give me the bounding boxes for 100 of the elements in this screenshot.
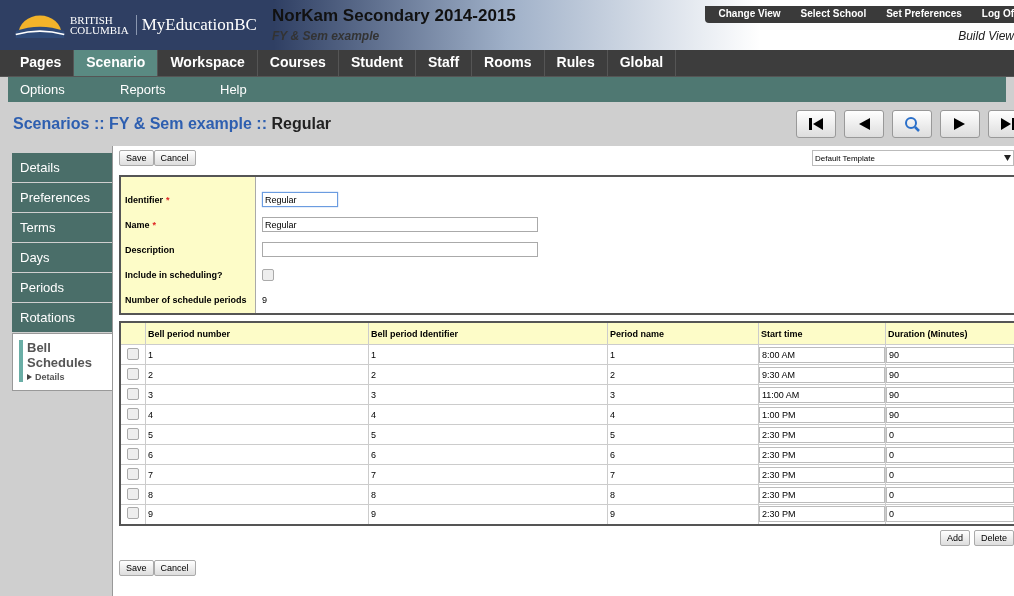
first-record-button[interactable] — [796, 110, 836, 138]
row-checkbox[interactable] — [127, 467, 139, 480]
left-triangle-icon — [857, 117, 871, 131]
right-triangle-icon — [953, 117, 967, 131]
form-button[interactable]: Cancel — [153, 150, 196, 166]
table-input[interactable]: 2:30 PM — [759, 486, 885, 503]
table-cell: 7 — [368, 464, 608, 485]
breadcrumb-separator: :: — [255, 115, 269, 132]
search-button[interactable] — [892, 110, 932, 138]
school-title: NorKam Secondary 2014-2015 — [272, 6, 516, 26]
table-input[interactable]: 0 — [886, 486, 1014, 503]
dropdown-caret-icon — [1004, 155, 1011, 161]
row-checkbox[interactable] — [127, 447, 139, 460]
row-checkbox[interactable] — [127, 487, 139, 500]
table-input[interactable]: 2:30 PM — [759, 506, 885, 523]
side-tab[interactable]: Details — [12, 153, 112, 183]
form-button[interactable]: Save — [119, 150, 154, 166]
next-record-button[interactable] — [940, 110, 980, 138]
skip-first-icon — [808, 117, 824, 131]
table-input[interactable]: 90 — [886, 386, 1014, 403]
table-cell: 9 — [145, 504, 369, 525]
column-header: Period name — [607, 322, 759, 345]
table-input[interactable]: 11:00 AM — [759, 386, 885, 403]
table-input[interactable]: 90 — [886, 346, 1014, 363]
row-checkbox[interactable] — [127, 367, 139, 380]
identifier-field[interactable]: Regular — [262, 192, 338, 207]
side-subitem[interactable]: Details — [35, 372, 65, 382]
breadcrumb-link[interactable]: FY & Sem example — [109, 115, 252, 132]
template-dropdown[interactable]: Default Template — [812, 150, 1014, 166]
table-input[interactable]: 8:00 AM — [759, 346, 885, 363]
table-button[interactable]: Add — [939, 529, 970, 546]
side-tab-label: Bell Schedules — [27, 340, 94, 370]
table-cell: 3 — [368, 384, 608, 405]
side-tab[interactable]: Terms — [12, 213, 112, 243]
text-field[interactable] — [262, 242, 538, 257]
side-tab[interactable]: Periods — [12, 273, 112, 303]
table-input[interactable]: 2:30 PM — [759, 426, 885, 443]
header-link[interactable]: Change View — [718, 8, 781, 19]
table-input[interactable]: 90 — [886, 406, 1014, 423]
logo-text: BRITISH — [70, 15, 114, 25]
table-input[interactable]: 0 — [886, 426, 1014, 443]
checkbox[interactable] — [262, 268, 274, 281]
table-input[interactable]: 0 — [886, 446, 1014, 463]
table-input[interactable]: 0 — [886, 466, 1014, 483]
submenu-item[interactable]: Options — [20, 82, 120, 97]
table-cell: 3 — [607, 384, 759, 405]
side-tab[interactable]: Days — [12, 243, 112, 273]
breadcrumb-current: Regular — [271, 115, 332, 132]
table-cell: 2 — [368, 364, 608, 385]
column-header: Bell period number — [145, 322, 369, 345]
field-label: Identifier — [125, 194, 163, 205]
view-label: Build View — [958, 29, 1014, 43]
table-input[interactable]: 2:30 PM — [759, 446, 885, 463]
table-cell: 9 — [368, 504, 608, 525]
table-input[interactable]: 9:30 AM — [759, 366, 885, 383]
breadcrumb-link[interactable]: Scenarios — [13, 115, 90, 132]
row-checkbox[interactable] — [127, 387, 139, 400]
table-cell: 5 — [145, 424, 369, 445]
table-cell: 4 — [607, 404, 759, 425]
header-link[interactable]: Log Of — [981, 8, 1014, 19]
row-checkbox[interactable] — [127, 427, 139, 440]
skip-last-icon — [1000, 117, 1014, 131]
table-input[interactable]: 0 — [886, 506, 1014, 523]
table-input[interactable]: 90 — [886, 366, 1014, 383]
form-button[interactable]: Cancel — [153, 559, 196, 576]
right-triangle-icon — [27, 374, 32, 380]
header-link[interactable]: Set Preferences — [886, 8, 962, 19]
table-cell: 8 — [607, 484, 759, 505]
table-input[interactable]: 2:30 PM — [759, 466, 885, 483]
header-link[interactable]: Select School — [800, 8, 867, 19]
table-cell: 5 — [607, 424, 759, 445]
prev-record-button[interactable] — [844, 110, 884, 138]
table-cell: 2 — [145, 364, 369, 385]
row-checkbox[interactable] — [127, 347, 139, 360]
table-cell: 7 — [145, 464, 369, 485]
submenu-item[interactable]: Help — [220, 82, 320, 97]
table-cell: 5 — [368, 424, 608, 445]
table-button[interactable]: Delete — [974, 529, 1014, 546]
header-cell — [120, 322, 146, 345]
table-cell: 4 — [145, 404, 369, 425]
column-header: Start time — [758, 322, 886, 345]
text-field[interactable]: Regular — [262, 217, 538, 232]
required-mark: * — [166, 194, 170, 205]
form-button[interactable]: Save — [119, 559, 154, 576]
row-checkbox[interactable] — [127, 407, 139, 420]
breadcrumb-separator: :: — [92, 115, 106, 132]
side-tab[interactable]: Preferences — [12, 183, 112, 213]
nav-tab[interactable]: Scenario — [74, 50, 159, 76]
table-cell: 7 — [607, 464, 759, 485]
row-checkbox[interactable] — [127, 507, 139, 520]
table-cell: 8 — [368, 484, 608, 505]
side-tab[interactable]: Rotations — [12, 303, 112, 333]
submenu-item[interactable]: Reports — [120, 82, 220, 97]
side-tab[interactable]: Bell Schedules Details — [12, 333, 112, 391]
table-input[interactable]: 1:00 PM — [759, 406, 885, 423]
table-cell: 6 — [145, 444, 369, 465]
field-label: Number of schedule periods — [125, 294, 247, 305]
logo-text: COLUMBIA — [70, 25, 129, 35]
field-value: 9 — [262, 294, 267, 305]
field-label: Description — [125, 244, 175, 255]
